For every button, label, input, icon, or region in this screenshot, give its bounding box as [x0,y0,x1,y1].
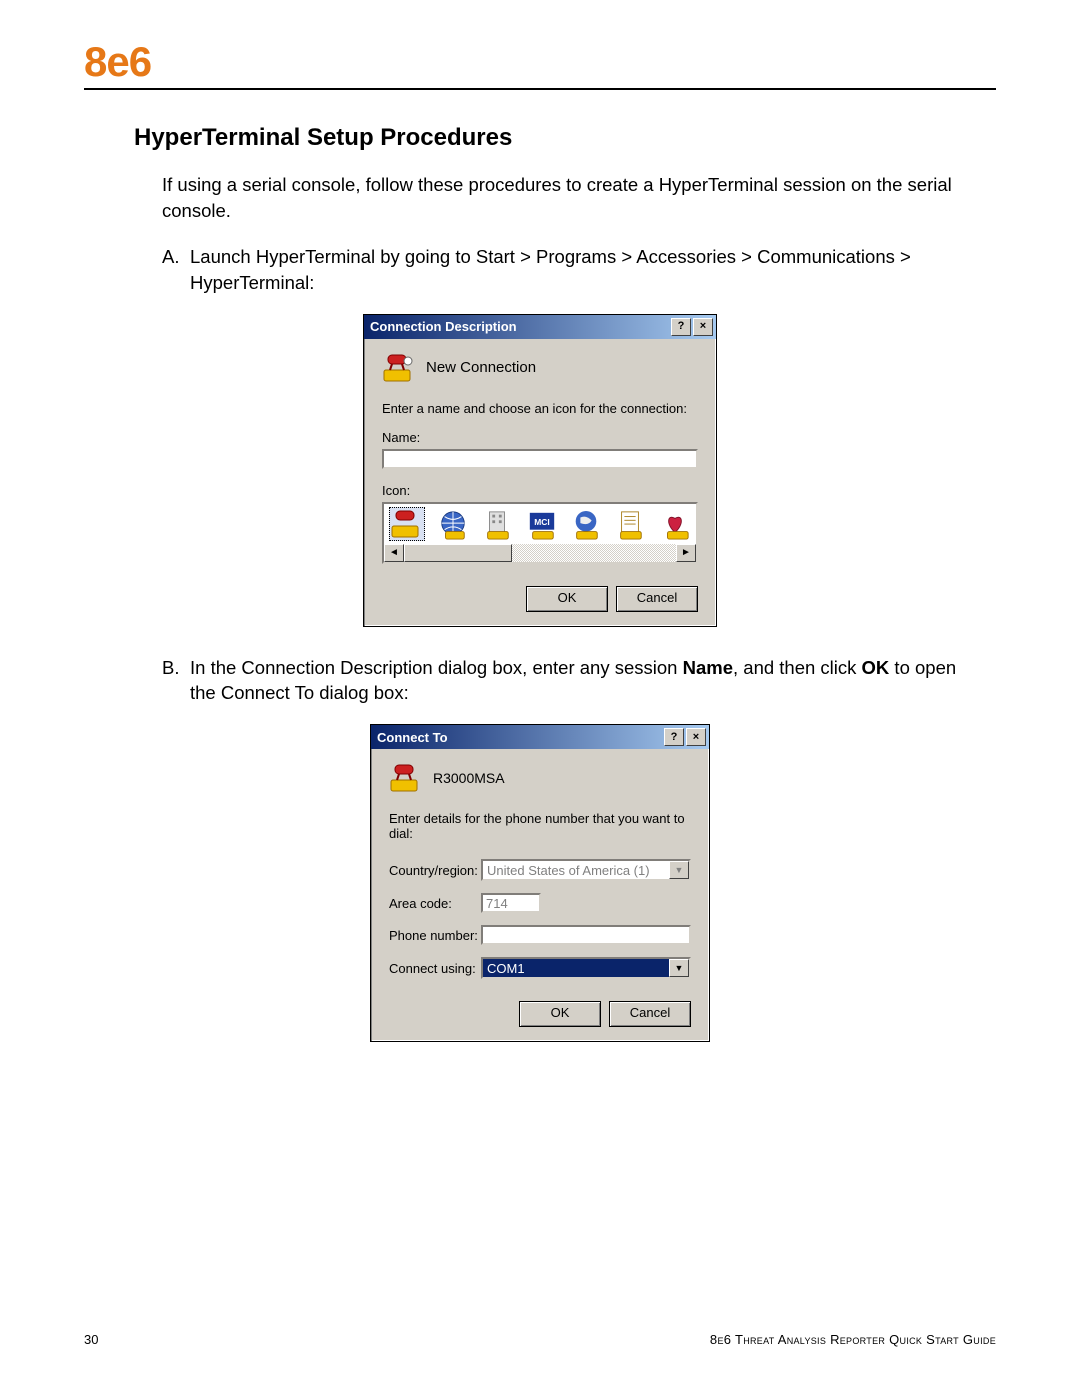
step-a: A. Launch HyperTerminal by going to Star… [162,244,984,296]
phone-number-input[interactable] [481,925,691,945]
step-a-marker: A. [162,244,190,296]
dropdown-arrow-icon[interactable]: ▼ [669,959,689,977]
scroll-right-button[interactable]: ► [676,544,696,562]
logo: 8e6 [84,38,996,86]
icon-option-note[interactable] [614,509,646,541]
section-title: HyperTerminal Setup Procedures [134,124,996,152]
intro-text: If using a serial console, follow these … [162,172,984,224]
step-a-text: Launch HyperTerminal by going to Start >… [190,244,984,296]
icon-scrollbar[interactable]: ◄ ► [384,544,696,562]
dropdown-arrow-icon[interactable]: ▼ [669,861,689,879]
name-label: Name: [382,430,698,445]
dlg2-title: Connect To [377,730,448,745]
icon-option-heart[interactable] [659,509,691,541]
step-b-marker: B. [162,655,190,707]
dlg2-titlebar: Connect To ? × [371,725,709,749]
icon-option-swirl[interactable] [570,509,602,541]
area-code-label: Area code: [389,896,481,911]
close-button[interactable]: × [693,318,713,336]
dlg2-header: R3000MSA [433,770,505,786]
country-select[interactable]: United States of America (1) ▼ [481,859,691,881]
connect-using-select[interactable]: COM1 ▼ [481,957,691,979]
connect-to-dialog: Connect To ? × R3000MSA Enter details fo… [370,724,710,1042]
dlg1-header: New Connection [426,359,536,376]
svg-text:MCI: MCI [534,517,549,527]
country-value: United States of America (1) [483,861,669,879]
icon-option-phone[interactable] [389,507,425,541]
app-icon [382,353,416,383]
icon-option-mci[interactable]: MCI [526,509,558,541]
close-button[interactable]: × [686,728,706,746]
phone-number-label: Phone number: [389,928,481,943]
ok-button[interactable]: OK [526,586,608,612]
step-b: B. In the Connection Description dialog … [162,655,984,707]
connect-using-label: Connect using: [389,961,481,976]
dlg1-titlebar: Connection Description ? × [364,315,716,339]
area-code-input[interactable] [481,893,541,913]
scroll-thumb[interactable] [404,544,512,562]
page-number: 30 [84,1332,98,1347]
icon-label: Icon: [382,483,698,498]
ok-button[interactable]: OK [519,1001,601,1027]
connect-using-value: COM1 [483,959,669,977]
divider [84,88,996,90]
dlg1-title: Connection Description [370,319,517,334]
help-button[interactable]: ? [664,728,684,746]
name-input[interactable] [382,449,698,469]
icon-option-globe[interactable] [437,509,469,541]
country-label: Country/region: [389,863,481,878]
dlg1-instruction: Enter a name and choose an icon for the … [382,401,698,416]
connection-description-dialog: Connection Description ? × [363,314,717,627]
dlg2-instruction: Enter details for the phone number that … [389,811,691,841]
session-icon [389,763,423,793]
scroll-left-button[interactable]: ◄ [384,544,404,562]
help-button[interactable]: ? [671,318,691,336]
cancel-button[interactable]: Cancel [616,586,698,612]
cancel-button[interactable]: Cancel [609,1001,691,1027]
footer-guide-title: 8e6 Threat Analysis Reporter Quick Start… [710,1332,996,1347]
icon-list[interactable]: MCI ◄ [382,502,698,564]
icon-option-building[interactable] [481,509,513,541]
step-b-text: In the Connection Description dialog box… [190,655,984,707]
